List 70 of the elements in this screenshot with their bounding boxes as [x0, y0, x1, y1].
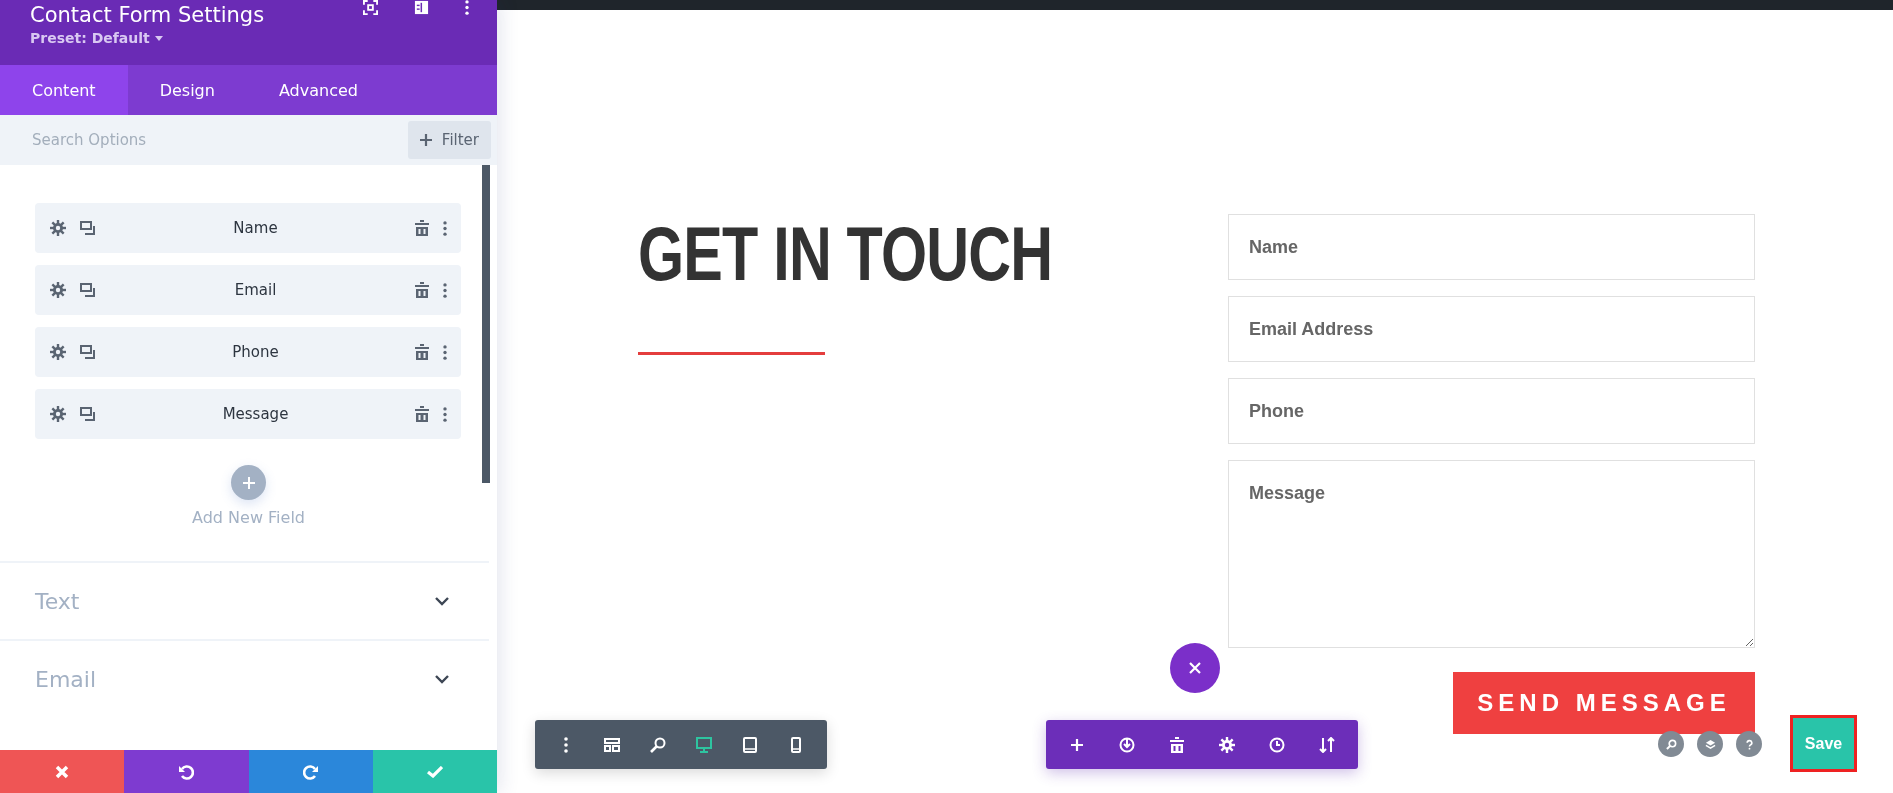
search-field[interactable]: Search Options	[0, 115, 402, 165]
duplicate-icon[interactable]	[80, 221, 96, 235]
tab[interactable]: Design	[127, 65, 247, 115]
close-icon	[1189, 662, 1201, 674]
trash-icon[interactable]	[415, 344, 429, 360]
undo-icon	[178, 763, 195, 780]
trash-icon[interactable]	[415, 406, 429, 422]
form-field[interactable]: Email Address	[1228, 296, 1755, 362]
more-icon[interactable]	[465, 0, 469, 15]
gear-icon	[1219, 736, 1235, 753]
preset-dropdown[interactable]: Preset: Default	[30, 30, 163, 46]
help-button[interactable]	[1736, 731, 1762, 757]
trash-icon[interactable]	[415, 220, 429, 236]
field-item[interactable]: Message	[35, 389, 461, 439]
sort-icon	[1319, 736, 1335, 753]
tab[interactable]: Advanced	[246, 65, 390, 115]
filter-button[interactable]: Filter	[407, 121, 491, 159]
field-item[interactable]: Email	[35, 265, 461, 315]
duplicate-icon[interactable]	[80, 345, 96, 359]
desktop-icon	[696, 736, 712, 753]
section-label: Email	[35, 666, 97, 692]
field-label: Email	[233, 281, 278, 299]
panel-title: Contact Form Settings	[30, 2, 265, 28]
scrollbar[interactable]	[482, 165, 490, 483]
more-icon[interactable]	[443, 406, 447, 422]
plus-icon	[1071, 738, 1083, 751]
form-field[interactable]: Phone	[1228, 378, 1755, 444]
section-label: Text	[35, 588, 80, 614]
gear-icon[interactable]	[50, 220, 66, 236]
check-icon	[426, 765, 443, 778]
layers-icon	[1704, 738, 1716, 750]
layers-button[interactable]	[1697, 731, 1723, 757]
gear-icon[interactable]	[50, 406, 66, 422]
trash-icon[interactable]	[415, 282, 429, 298]
more-icon[interactable]	[443, 220, 447, 236]
close-icon	[55, 764, 70, 779]
more-icon[interactable]	[443, 344, 447, 360]
redo-icon	[302, 763, 319, 780]
help-icon	[1743, 738, 1755, 750]
zoom-icon	[650, 736, 666, 753]
field-label: Message	[221, 405, 290, 423]
search-icon	[1665, 738, 1677, 750]
tab[interactable]: Content	[0, 65, 128, 115]
download-icon	[1119, 736, 1135, 753]
trash-icon	[1170, 736, 1184, 753]
more-icon[interactable]	[443, 282, 447, 298]
plus-icon	[419, 134, 432, 146]
form-field[interactable]: Name	[1228, 214, 1755, 280]
tablet-icon	[743, 736, 757, 753]
caret-icon	[154, 35, 163, 41]
columns-icon[interactable]	[414, 0, 429, 15]
phone-icon	[791, 736, 801, 753]
duplicate-icon[interactable]	[80, 407, 96, 421]
more-icon	[564, 736, 568, 753]
close-button[interactable]	[1170, 643, 1220, 693]
gear-icon[interactable]	[50, 282, 66, 298]
field-label: Name	[232, 219, 279, 237]
message-field[interactable]: Message	[1228, 460, 1755, 648]
field-item[interactable]: Name	[35, 203, 461, 253]
field-item[interactable]: Phone	[35, 327, 461, 377]
clock-icon	[1269, 736, 1285, 753]
send-button[interactable]: SEND MESSAGE	[1453, 672, 1755, 734]
plus-icon	[242, 476, 255, 489]
layout-icon	[604, 737, 620, 752]
expand-icon[interactable]	[363, 0, 378, 15]
duplicate-icon[interactable]	[80, 283, 96, 297]
search-button[interactable]	[1658, 731, 1684, 757]
gear-icon[interactable]	[50, 344, 66, 360]
page-heading: GET IN TOUCH	[638, 210, 1054, 297]
field-label: Phone	[231, 343, 280, 361]
